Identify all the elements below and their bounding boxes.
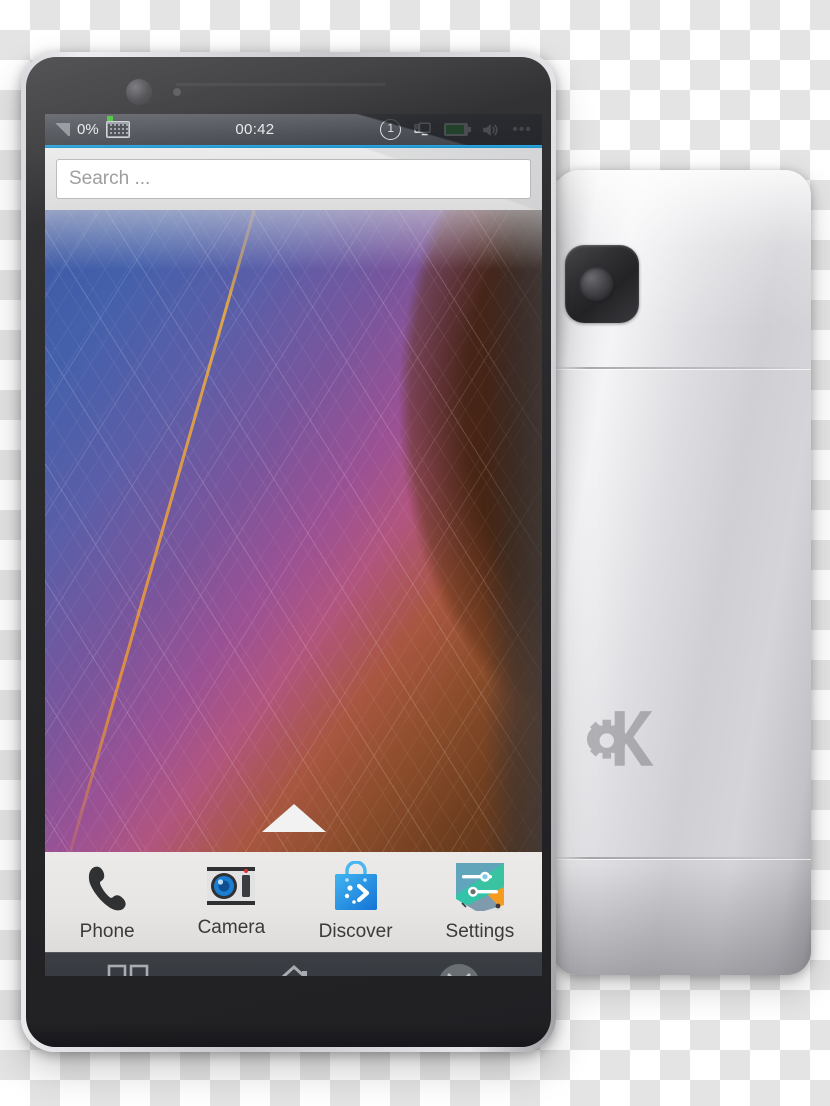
wallpaper-light-streak xyxy=(54,210,267,852)
dock-label-phone: Phone xyxy=(79,921,135,942)
app-dock: Phone Camera Discover Settings xyxy=(45,852,542,952)
phone-front-bezel: 0% 00:42 1 ••• Search ... Phone Camera D… xyxy=(26,57,551,1047)
dock-item-settings[interactable]: Settings xyxy=(418,861,542,943)
up-triangle-icon[interactable] xyxy=(261,804,326,832)
signal-icon xyxy=(53,123,70,136)
dock-item-discover[interactable]: Discover xyxy=(294,861,418,943)
back-antenna-seam-bottom xyxy=(553,857,811,859)
close-circle-icon xyxy=(439,963,479,976)
search-row xyxy=(45,148,542,210)
clock-label: 00:42 xyxy=(235,121,275,138)
volume-icon[interactable] xyxy=(480,121,500,139)
battery-percent-label: 0% xyxy=(77,121,99,138)
nav-button-app-grid[interactable] xyxy=(45,964,211,976)
nav-button-home[interactable] xyxy=(211,964,377,976)
keyboard-icon[interactable] xyxy=(105,116,130,138)
front-sensor-row xyxy=(26,77,551,111)
home-icon xyxy=(280,964,307,976)
grid-icon xyxy=(107,964,149,976)
screenshot-canvas: 0% 00:42 1 ••• Search ... Phone Camera D… xyxy=(0,0,830,1106)
proximity-sensor-icon xyxy=(173,88,181,96)
dock-label-settings: Settings xyxy=(445,921,515,942)
dock-label-discover: Discover xyxy=(318,921,393,942)
dock-item-camera[interactable]: Camera xyxy=(169,861,293,939)
back-antenna-seam-top xyxy=(553,367,811,369)
kde-logo xyxy=(586,711,654,766)
phone-icon xyxy=(89,866,126,911)
rear-camera-module xyxy=(565,245,639,323)
search-input[interactable] xyxy=(56,159,531,199)
wallpaper-edge-shade xyxy=(484,210,542,852)
ellipsis-icon[interactable]: ••• xyxy=(512,121,532,137)
nav-button-close[interactable] xyxy=(376,962,542,976)
phone-front-device: 0% 00:42 1 ••• Search ... Phone Camera D… xyxy=(21,52,556,1052)
wallpaper-top-fade xyxy=(45,210,542,270)
home-screen-wallpaper[interactable] xyxy=(45,210,542,852)
device-connection-icon[interactable] xyxy=(413,121,432,139)
front-camera-icon xyxy=(126,79,152,105)
earpiece-speaker xyxy=(176,83,386,86)
phone-screen: 0% 00:42 1 ••• Search ... Phone Camera D… xyxy=(45,114,542,976)
settings-icon xyxy=(455,863,504,911)
wallpaper-mesh-pattern xyxy=(45,210,542,852)
battery-icon[interactable] xyxy=(444,123,472,136)
phone-back-device xyxy=(553,170,811,975)
rear-camera-lens-icon xyxy=(579,267,615,303)
keyboard-led-icon xyxy=(106,116,113,121)
dock-label-camera: Camera xyxy=(197,917,266,938)
status-bar-right: 1 ••• xyxy=(380,119,532,140)
phone-front-chin xyxy=(26,1023,551,1047)
dock-item-phone[interactable]: Phone xyxy=(45,861,169,943)
camera-icon xyxy=(207,867,256,905)
status-bar[interactable]: 0% 00:42 1 ••• xyxy=(45,114,542,145)
status-bar-left: 0% xyxy=(53,116,130,138)
navigation-bar xyxy=(45,952,542,976)
circle-one-icon[interactable]: 1 xyxy=(380,119,402,140)
discover-icon xyxy=(334,861,377,910)
